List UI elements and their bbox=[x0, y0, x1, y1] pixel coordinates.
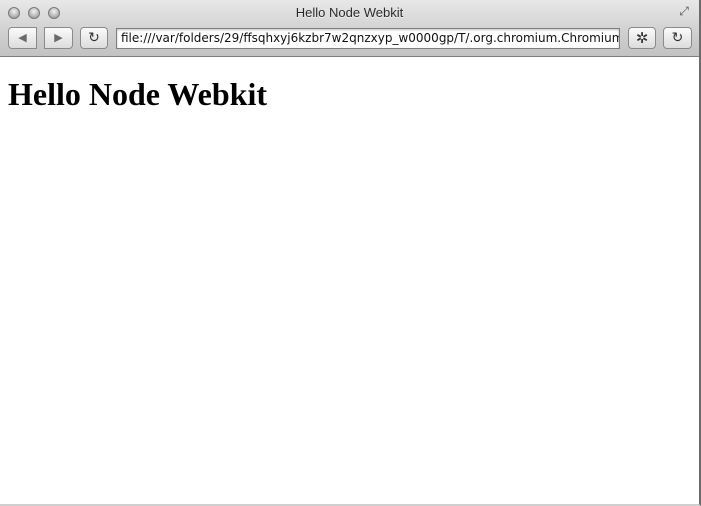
reload-button[interactable]: ↻ bbox=[80, 27, 108, 49]
gear-icon: ✲ bbox=[635, 29, 649, 47]
fullscreen-icon[interactable]: ⤢ bbox=[677, 4, 691, 18]
back-arrow-icon: ◀ bbox=[18, 31, 27, 44]
settings-button[interactable]: ✲ bbox=[628, 27, 656, 49]
title-bar: Hello Node Webkit ⤢ ◀ ▶ ↻ file:///var/fo… bbox=[0, 0, 699, 57]
back-button[interactable]: ◀ bbox=[8, 27, 37, 49]
reload-icon: ↻ bbox=[671, 30, 684, 46]
page-heading: Hello Node Webkit bbox=[8, 76, 267, 112]
forward-button[interactable]: ▶ bbox=[44, 27, 73, 49]
page-content: Hello Node Webkit bbox=[0, 57, 699, 504]
reload-icon: ↻ bbox=[88, 30, 100, 46]
browser-window: Hello Node Webkit ⤢ ◀ ▶ ↻ file:///var/fo… bbox=[0, 0, 701, 506]
address-bar[interactable]: file:///var/folders/29/ffsqhxyj6kzbr7w2q… bbox=[116, 28, 620, 49]
reload-button-secondary[interactable]: ↻ bbox=[663, 27, 692, 49]
window-title: Hello Node Webkit bbox=[295, 5, 404, 20]
forward-arrow-icon: ▶ bbox=[54, 31, 63, 44]
